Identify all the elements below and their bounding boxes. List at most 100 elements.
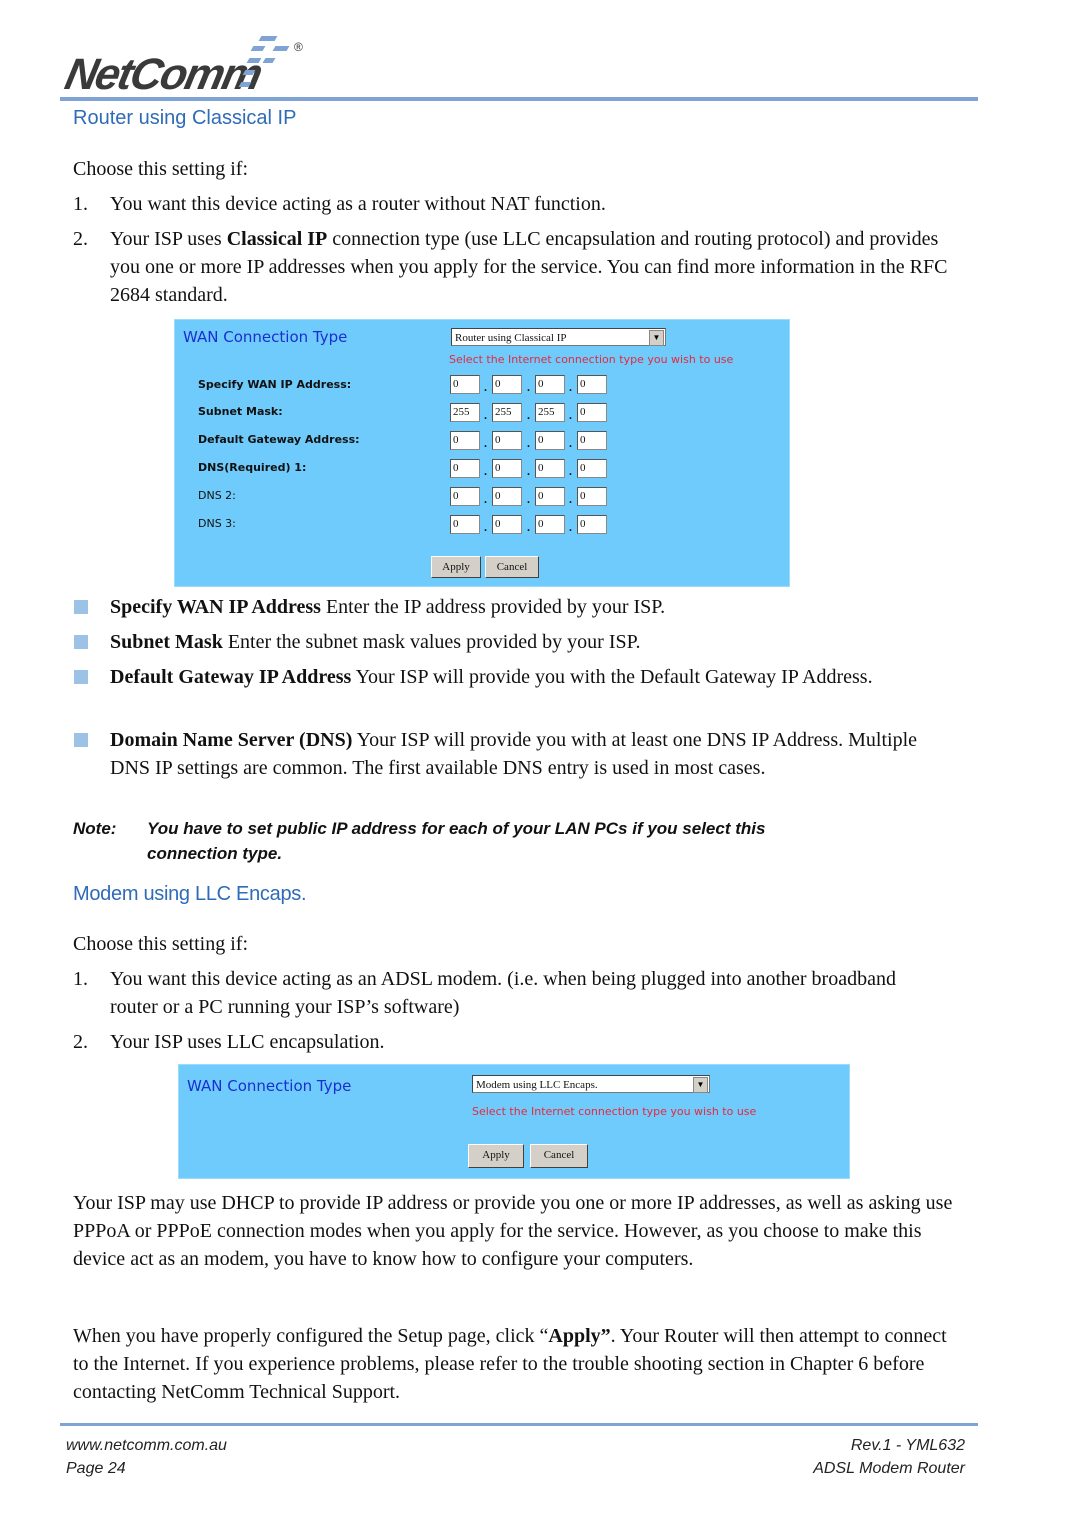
- dns2-octet-3[interactable]: 0: [535, 487, 565, 506]
- dns3-octet-4[interactable]: 0: [577, 515, 607, 534]
- subnet-mask-octet-2[interactable]: 255: [492, 403, 522, 422]
- subnet-mask-octet-3[interactable]: 255: [535, 403, 565, 422]
- footer-divider: [60, 1423, 978, 1426]
- list-number: 2.: [73, 1031, 88, 1053]
- subnet-mask-octet-1[interactable]: 255: [450, 403, 480, 422]
- octet-separator: .: [484, 520, 487, 534]
- dns3-octet-1[interactable]: 0: [450, 515, 480, 534]
- octet-separator: .: [569, 436, 572, 450]
- octet-separator: .: [484, 408, 487, 422]
- chevron-down-icon[interactable]: ▼: [693, 1077, 708, 1093]
- wan-connection-type-label: WAN Connection Type: [187, 1077, 352, 1095]
- octet-separator: .: [569, 408, 572, 422]
- cancel-button[interactable]: Cancel: [530, 1144, 588, 1168]
- bullet-item: Subnet Mask Enter the subnet mask values…: [110, 628, 960, 656]
- gateway-octet-1[interactable]: 0: [450, 431, 480, 450]
- field-label: Subnet Mask:: [198, 405, 283, 418]
- paragraph-text: When you have properly configured the Se…: [73, 1325, 549, 1347]
- octet-separator: .: [527, 436, 530, 450]
- section-title-classical-ip: Router using Classical IP: [73, 107, 297, 129]
- note-text-line2: connection type.: [147, 844, 283, 863]
- field-label: DNS(Required) 1:: [198, 461, 307, 474]
- dns3-octet-2[interactable]: 0: [492, 515, 522, 534]
- apply-button[interactable]: Apply: [468, 1144, 524, 1168]
- bullet-desc: Your ISP will provide you with the Defau…: [351, 666, 873, 688]
- dns2-octet-1[interactable]: 0: [450, 487, 480, 506]
- list-item: Your ISP uses Classical IP connection ty…: [110, 225, 970, 309]
- gateway-octet-2[interactable]: 0: [492, 431, 522, 450]
- octet-separator: .: [484, 492, 487, 506]
- bullet-desc: Enter the subnet mask values provided by…: [222, 631, 641, 653]
- octet-separator: .: [569, 520, 572, 534]
- apply-button[interactable]: Apply: [431, 556, 481, 578]
- wan-config-panel-classical-ip: WAN Connection Type Router using Classic…: [174, 319, 790, 587]
- octet-separator: .: [569, 464, 572, 478]
- octet-separator: .: [569, 492, 572, 506]
- bullet-item: Domain Name Server (DNS) Your ISP will p…: [110, 726, 960, 782]
- wan-config-panel-llc: WAN Connection Type Modem using LLC Enca…: [178, 1064, 850, 1179]
- field-label: DNS 3:: [198, 517, 236, 530]
- dns3-octet-3[interactable]: 0: [535, 515, 565, 534]
- paragraph-dhcp-info: Your ISP may use DHCP to provide IP addr…: [73, 1192, 953, 1270]
- netcomm-logo: NetComm ®: [61, 32, 322, 99]
- note-label: Note:: [73, 819, 117, 838]
- octet-separator: .: [484, 436, 487, 450]
- paragraph-bold: Apply”: [548, 1325, 611, 1347]
- bullet-term: Domain Name Server (DNS): [110, 729, 353, 751]
- gateway-octet-3[interactable]: 0: [535, 431, 565, 450]
- list-number: 1.: [73, 193, 88, 215]
- footer-page-number: Page 24: [66, 1460, 126, 1477]
- section-title-llc-encaps: Modem using LLC Encaps.: [73, 883, 307, 905]
- list-text-bold: Classical IP: [226, 228, 328, 250]
- cancel-button[interactable]: Cancel: [485, 556, 539, 578]
- gateway-octet-4[interactable]: 0: [577, 431, 607, 450]
- list-item: You want this device acting as an ADSL m…: [110, 968, 896, 1018]
- bullet-desc: Enter the IP address provided by your IS…: [320, 596, 666, 618]
- octet-separator: .: [527, 464, 530, 478]
- wan-ip-octet-1[interactable]: 0: [450, 375, 480, 394]
- select-value: Modem using LLC Encaps.: [476, 1079, 598, 1091]
- bullet-term: Specify WAN IP Address: [110, 596, 321, 618]
- wan-ip-octet-2[interactable]: 0: [492, 375, 522, 394]
- octet-separator: .: [484, 464, 487, 478]
- wan-connection-type-select[interactable]: Router using Classical IP ▼: [451, 328, 666, 346]
- logo-dash: [258, 36, 278, 41]
- note-text-line1: You have to set public IP address for ea…: [147, 819, 766, 838]
- list-number: 2.: [73, 228, 88, 250]
- logo-dash: [262, 58, 276, 63]
- octet-separator: .: [527, 380, 530, 394]
- connection-type-hint: Select the Internet connection type you …: [472, 1105, 757, 1118]
- logo-wordmark: NetComm: [60, 50, 266, 99]
- wan-connection-type-select[interactable]: Modem using LLC Encaps. ▼: [472, 1075, 710, 1093]
- bullet-square-icon: [74, 670, 88, 684]
- octet-separator: .: [527, 492, 530, 506]
- logo-dash: [272, 46, 290, 51]
- bullet-item: Specify WAN IP Address Enter the IP addr…: [110, 593, 960, 621]
- footer-url: www.netcomm.com.au: [66, 1437, 227, 1454]
- bullet-square-icon: [74, 600, 88, 614]
- field-label: DNS 2:: [198, 489, 236, 502]
- dns1-octet-1[interactable]: 0: [450, 459, 480, 478]
- bullet-square-icon: [74, 733, 88, 747]
- list-item: You want this device acting as a router …: [110, 193, 606, 215]
- field-label: Default Gateway Address:: [198, 433, 360, 446]
- chevron-down-icon[interactable]: ▼: [649, 330, 664, 346]
- wan-ip-octet-3[interactable]: 0: [535, 375, 565, 394]
- dns2-octet-2[interactable]: 0: [492, 487, 522, 506]
- dns1-octet-4[interactable]: 0: [577, 459, 607, 478]
- wan-ip-octet-4[interactable]: 0: [577, 375, 607, 394]
- field-label: Specify WAN IP Address:: [198, 378, 352, 391]
- dns1-octet-2[interactable]: 0: [492, 459, 522, 478]
- dns1-octet-3[interactable]: 0: [535, 459, 565, 478]
- connection-type-hint: Select the Internet connection type you …: [449, 353, 734, 366]
- dns2-octet-4[interactable]: 0: [577, 487, 607, 506]
- bullet-square-icon: [74, 635, 88, 649]
- bullet-term: Default Gateway IP Address: [110, 666, 352, 688]
- footer-product: ADSL Modem Router: [813, 1460, 965, 1477]
- subnet-mask-octet-4[interactable]: 0: [577, 403, 607, 422]
- list-item: Your ISP uses LLC encapsulation.: [110, 1031, 385, 1053]
- octet-separator: .: [569, 380, 572, 394]
- octet-separator: .: [527, 520, 530, 534]
- octet-separator: .: [527, 408, 530, 422]
- section1-intro: Choose this setting if:: [73, 158, 248, 180]
